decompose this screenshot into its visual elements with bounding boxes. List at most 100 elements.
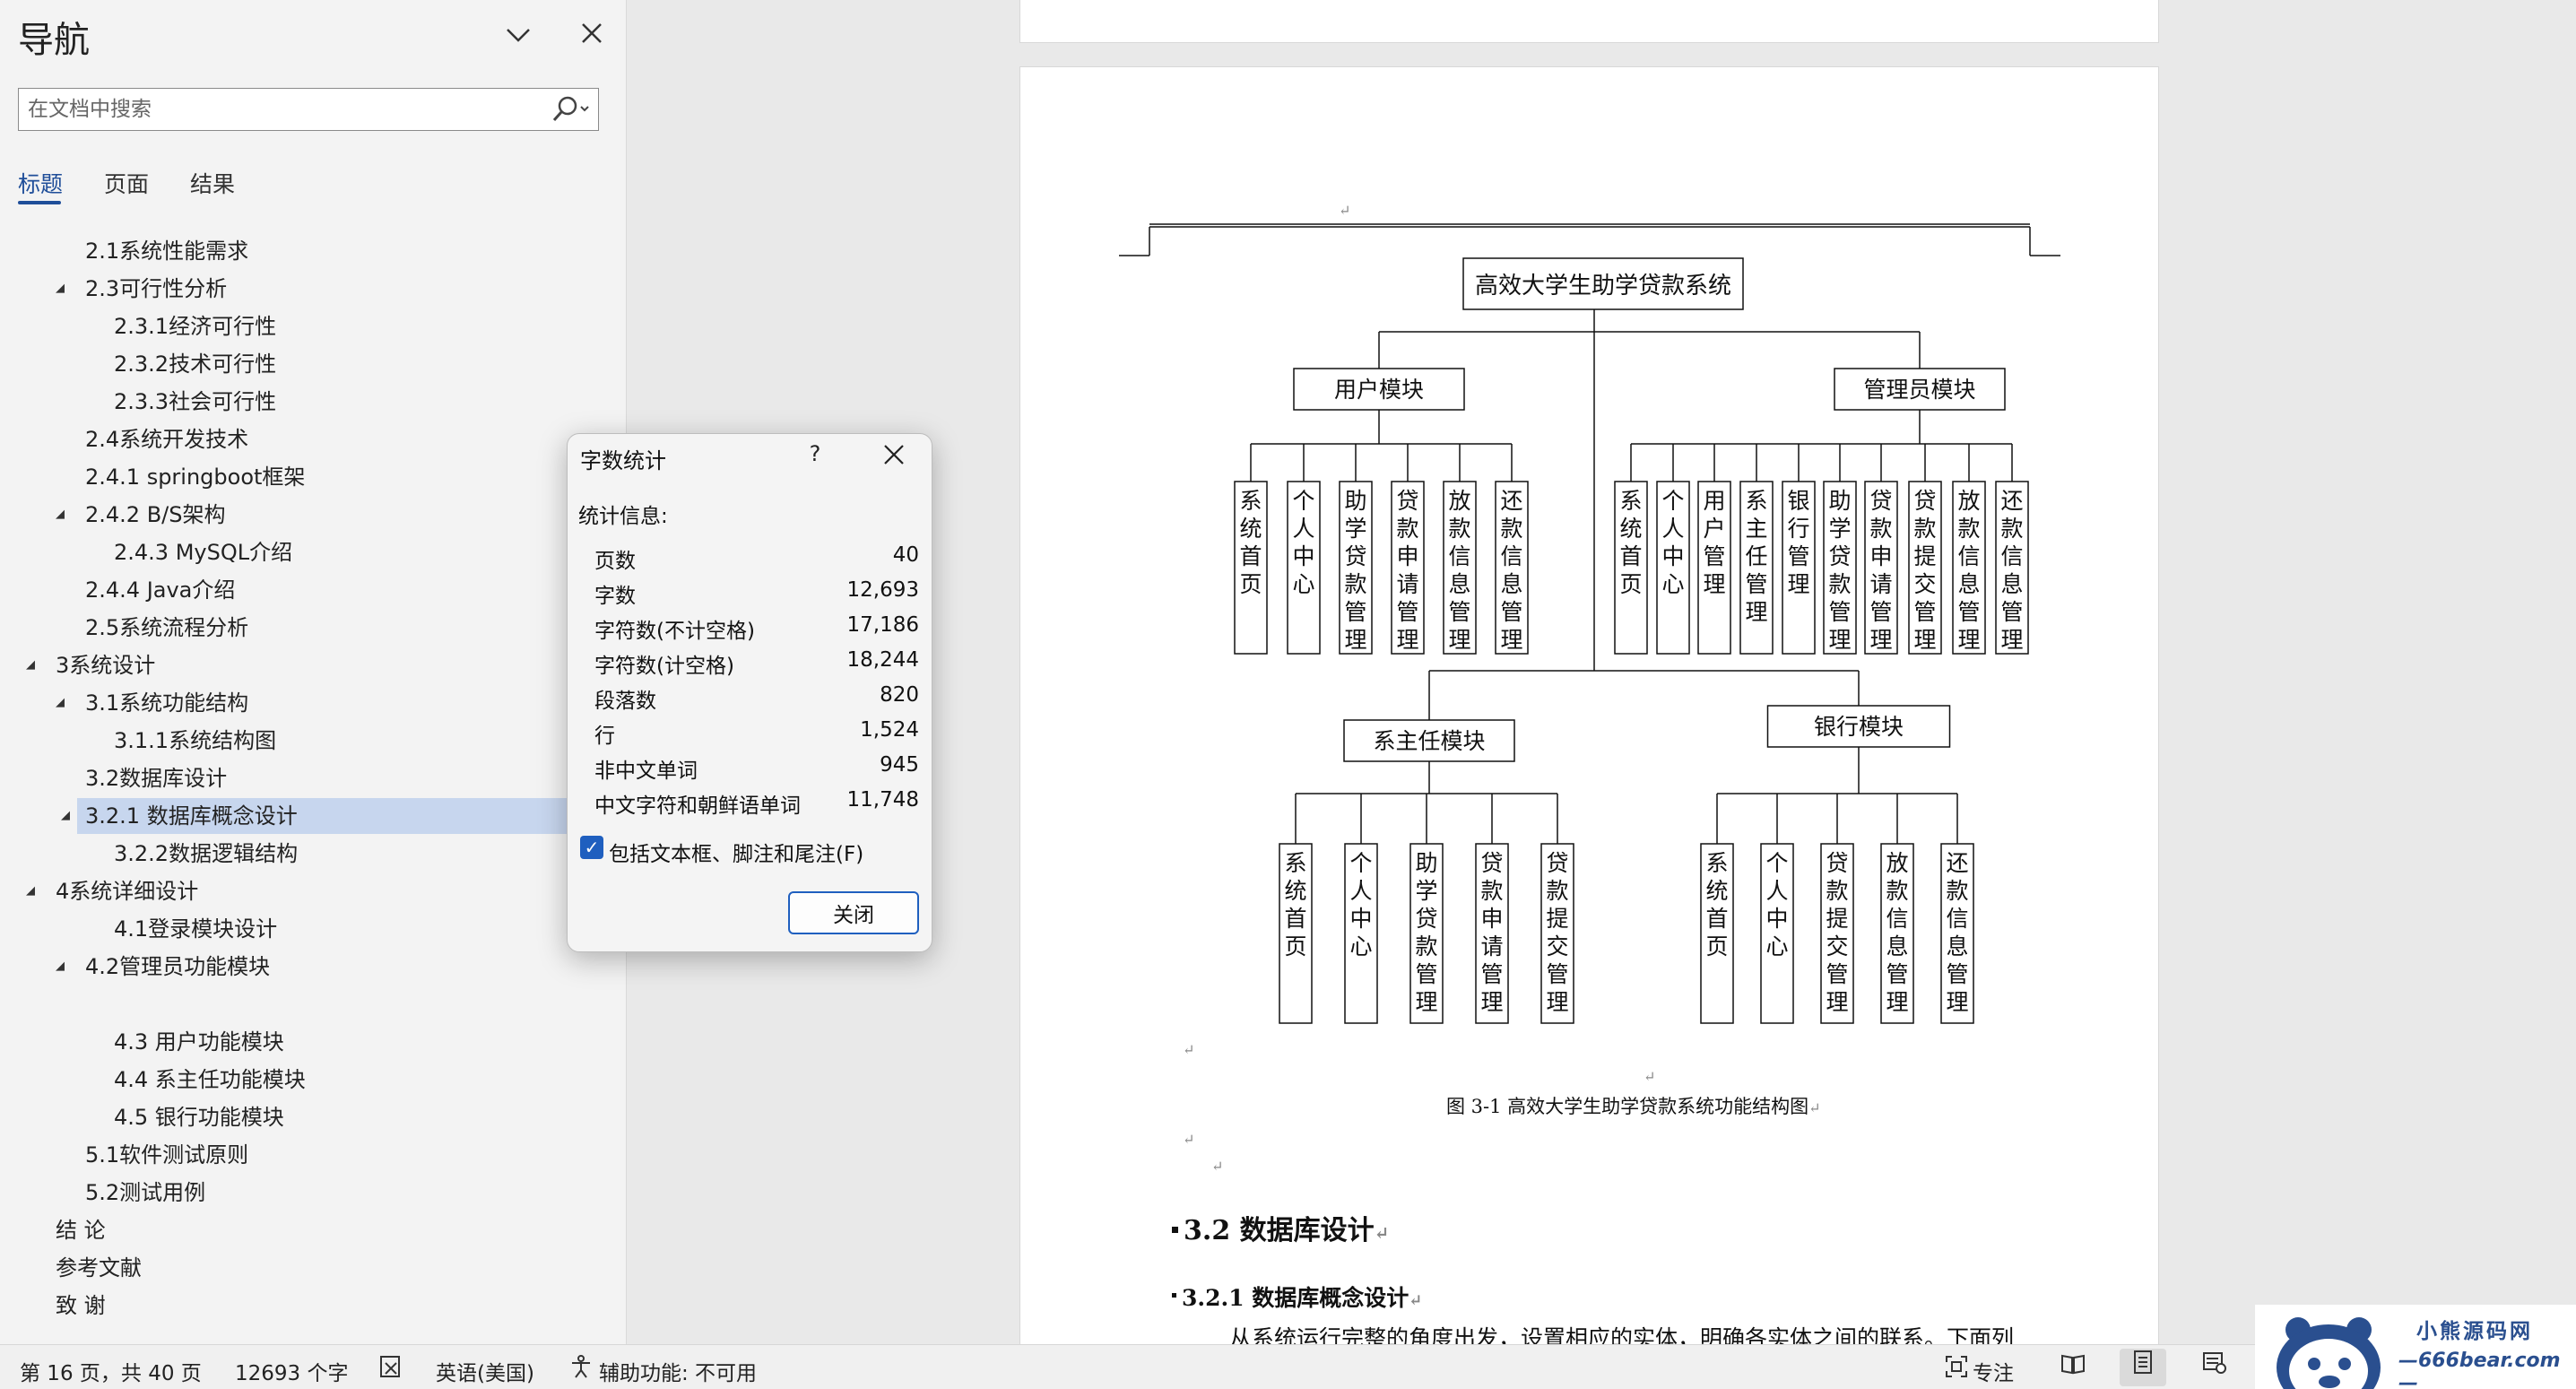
heading-item[interactable]: ◢ 3.1系统功能结构 (56, 685, 626, 721)
close-button[interactable]: 关闭 (788, 891, 919, 934)
module-node-label: 用户模块 (1334, 377, 1424, 403)
statistic-label: 字符数(计空格) (594, 655, 734, 678)
heading-item[interactable]: 2.5系统流程分析 (85, 610, 626, 646)
web-layout-button[interactable] (2191, 1349, 2238, 1386)
include-textboxes-checkbox[interactable]: ✓ (580, 836, 603, 859)
statistic-value: 11,748 (846, 788, 919, 812)
close-icon[interactable] (574, 18, 610, 54)
heading-item[interactable]: 5.1软件测试原则 (85, 1137, 626, 1173)
expand-collapse-icon[interactable]: ◢ (26, 647, 35, 683)
close-icon-svg (582, 23, 602, 43)
nav-title: 导航 (18, 20, 90, 61)
heading-item[interactable]: 2.4系统开发技术 (85, 421, 626, 457)
heading-item-label: 4.1登录模块设计 (114, 916, 278, 942)
focus-icon[interactable] (1942, 1354, 1971, 1381)
heading-item[interactable]: 4.1登录模块设计 (114, 911, 626, 947)
focus-icon-svg (1946, 1356, 1967, 1377)
statistic-value: 12,693 (846, 578, 919, 602)
return-mark: ↵ (1211, 1158, 1224, 1175)
heading-item[interactable]: 2.3.1经济可行性 (114, 308, 626, 344)
heading-3-2-1: 3.2.1 数据库概念设计↵ (1182, 1280, 1422, 1313)
heading-item[interactable]: ◢ 3系统设计 (26, 647, 626, 683)
search-button[interactable] (546, 94, 593, 125)
heading-item-label: 2.4.3 MySQL介绍 (114, 540, 293, 565)
read-mode-button[interactable] (2050, 1349, 2096, 1386)
return-mark: ↵ (1183, 1131, 1195, 1148)
return-mark: ↵ (1339, 202, 1351, 219)
heading-item-selected[interactable]: ◢ 3.2.1 数据库概念设计 (61, 798, 626, 834)
statistic-label: 行 (594, 725, 615, 748)
heading-item[interactable]: 3.2.2数据逻辑结构 (114, 836, 626, 872)
chevron-down-icon[interactable] (500, 18, 536, 54)
dialog-close-button[interactable] (872, 438, 915, 473)
heading-item-label: 2.4.1 springboot框架 (85, 464, 306, 490)
page-indicator[interactable]: 第 16 页，共 40 页 (20, 1356, 202, 1386)
root-node-label: 高效大学生助学贷款系统 (1475, 273, 1731, 300)
expand-collapse-icon[interactable]: ◢ (56, 949, 65, 985)
expand-collapse-icon[interactable]: ◢ (56, 685, 65, 721)
heading-item[interactable]: 2.4.1 springboot框架 (85, 459, 626, 495)
heading-item-label: 2.3.3社会可行性 (114, 389, 277, 414)
statistic-row: 页数 40 (594, 540, 919, 574)
language-indicator[interactable]: 英语(美国) (436, 1356, 534, 1386)
heading-item[interactable]: 3.1.1系统结构图 (114, 723, 626, 759)
statistic-row: 段落数 820 (594, 680, 919, 714)
focus-mode-label[interactable]: 专注 (1973, 1356, 2014, 1386)
page-icon (2134, 1350, 2152, 1374)
accessibility-icon[interactable] (567, 1354, 595, 1381)
heading-item-label: 2.5系统流程分析 (85, 615, 249, 640)
heading-item[interactable]: 2.4.4 Java介绍 (85, 572, 626, 608)
heading-item[interactable]: 3.2数据库设计 (85, 760, 626, 796)
book-icon (2061, 1354, 2085, 1375)
expand-collapse-icon[interactable]: ◢ (26, 873, 35, 909)
heading-item-label: 4.5 银行功能模块 (114, 1105, 284, 1130)
include-textboxes-label[interactable]: 包括文本框、脚注和尾注(F) (609, 837, 863, 867)
help-button[interactable]: ? (797, 441, 833, 472)
search-input[interactable] (28, 94, 548, 125)
accessibility-status[interactable]: 辅助功能: 不可用 (599, 1356, 757, 1386)
expand-collapse-icon[interactable]: ◢ (56, 497, 65, 533)
tab-pages[interactable]: 页面 (104, 167, 149, 199)
statistic-row: 非中文单词 945 (594, 750, 919, 784)
statistic-row: 字符数(计空格) 18,244 (594, 645, 919, 679)
heading-item[interactable]: 参考文献 (56, 1250, 626, 1286)
module-node-label: 银行模块 (1814, 714, 1904, 740)
heading-item[interactable]: ◢ 4系统详细设计 (26, 873, 626, 909)
heading-item-label: 4系统详细设计 (56, 879, 199, 904)
heading-item[interactable]: 2.4.3 MySQL介绍 (114, 534, 626, 570)
figure-caption-text: 图 3-1 高效大学生助学贷款系统功能结构图 (1446, 1096, 1809, 1117)
heading-item[interactable]: 结 论 (56, 1212, 626, 1248)
expand-collapse-icon[interactable]: ◢ (61, 798, 70, 834)
heading-item[interactable]: 5.2测试用例 (85, 1175, 626, 1211)
heading-item-label: 2.3.1经济可行性 (114, 314, 277, 339)
document-page[interactable]: 高效大学生助学贷款系统 用户模块 系统首页 个人中心 助学贷款管理 贷款申请管理 放款信息管… (1019, 66, 2159, 1344)
navigation-pane: 导航 标题 页面 结果 2.1系统性能需求 ◢ 2.3可行性分析 2.3.1经济可行性… (0, 0, 627, 1344)
watermark-name: 小熊源码网 (2416, 1320, 2533, 1343)
heading-item[interactable]: 4.5 银行功能模块 (114, 1099, 626, 1135)
heading-item[interactable]: 致 谢 (56, 1288, 626, 1324)
watermark-logo: 小熊源码网 —666bear.com— (2255, 1305, 2576, 1389)
expand-collapse-icon[interactable]: ◢ (56, 271, 65, 307)
watermark-url: —666bear.com— (2398, 1350, 2561, 1389)
proofing-icon[interactable] (377, 1354, 407, 1381)
heading-item-label: 5.1软件测试原则 (85, 1142, 249, 1168)
tab-headings[interactable]: 标题 (18, 167, 63, 199)
active-tab-indicator (18, 201, 61, 204)
heading-item[interactable]: ◢ 2.3可行性分析 (56, 271, 626, 307)
heading-item[interactable]: ◢ 2.4.2 B/S架构 (56, 497, 626, 533)
return-mark: ↵ (1374, 1222, 1390, 1244)
search-box (18, 88, 599, 131)
statistic-row: 字数 12,693 (594, 575, 919, 609)
heading-item[interactable] (114, 986, 626, 1022)
heading-item[interactable]: 2.1系统性能需求 (85, 233, 626, 269)
heading-item[interactable]: ◢ 4.2管理员功能模块 (56, 949, 626, 985)
print-layout-button[interactable] (2120, 1349, 2166, 1386)
heading-item-label: 3.2.1 数据库概念设计 (85, 803, 298, 829)
word-count-indicator[interactable]: 12693 个字 (235, 1356, 348, 1386)
heading-item[interactable]: 2.3.2技术可行性 (114, 346, 626, 382)
heading-item[interactable]: 2.3.3社会可行性 (114, 384, 626, 420)
heading-item[interactable]: 4.4 系主任功能模块 (114, 1062, 626, 1098)
heading-item[interactable]: 4.3 用户功能模块 (114, 1024, 626, 1060)
tab-results[interactable]: 结果 (190, 167, 235, 199)
module-node-label: 系主任模块 (1373, 728, 1485, 754)
